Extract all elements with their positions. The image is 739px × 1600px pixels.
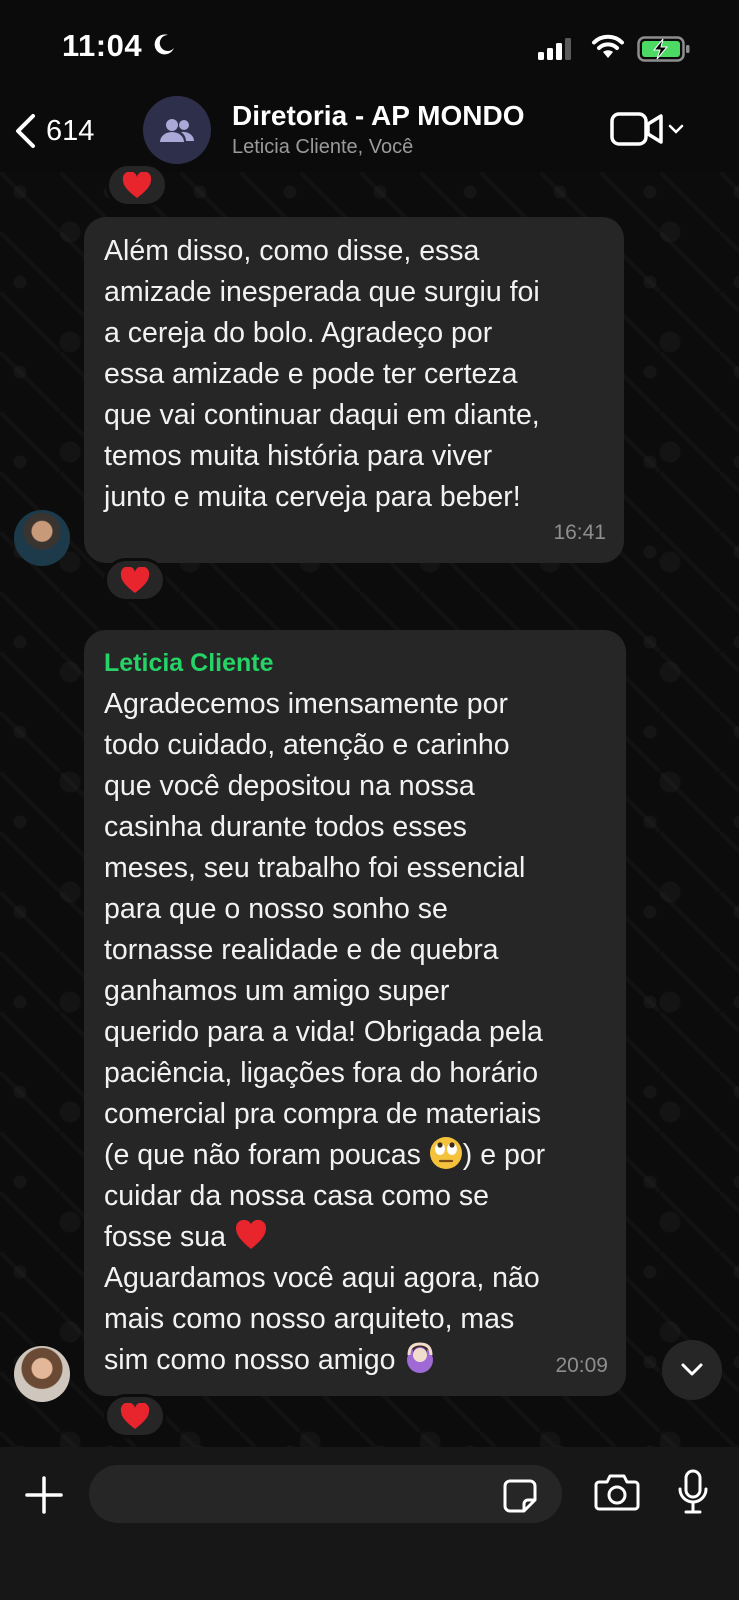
red-heart-icon	[122, 171, 152, 198]
sticker-icon[interactable]	[502, 1478, 538, 1514]
red-heart-icon	[120, 566, 150, 593]
message-composer	[0, 1447, 739, 1600]
message-time: 20:09	[555, 1354, 608, 1377]
reaction-heart[interactable]	[104, 558, 166, 602]
chat-header: 614 Diretoria - AP MONDO Leticia Cliente…	[0, 92, 739, 172]
video-call-button[interactable]	[610, 110, 684, 148]
chevron-left-icon	[16, 114, 35, 148]
chevron-down-icon	[668, 124, 684, 134]
video-camera-icon	[610, 112, 663, 146]
message-text-part: Aguardamos você aqui agora, não mais com…	[104, 1262, 540, 1376]
status-time: 11:04	[62, 28, 143, 63]
cellular-signal-icon	[538, 38, 571, 60]
wifi-icon	[592, 34, 624, 58]
sender-avatar[interactable]	[14, 510, 70, 566]
battery-charging-icon	[637, 36, 690, 62]
message-text: Agradecemos imensamente por todo cuidado…	[104, 684, 606, 1381]
group-avatar[interactable]	[143, 96, 211, 164]
chat-title[interactable]: Diretoria - AP MONDO	[232, 100, 524, 132]
moon-icon	[154, 34, 174, 55]
back-button[interactable]: 614	[14, 106, 94, 156]
unread-count: 614	[46, 114, 95, 147]
scroll-to-bottom-button[interactable]	[662, 1340, 722, 1400]
sender-avatar[interactable]	[14, 1346, 70, 1402]
message-bubble[interactable]: Além disso, como disse, essa amizade ine…	[84, 217, 624, 563]
status-bar: 11:04	[0, 0, 739, 92]
message-time: 16:41	[553, 521, 606, 544]
camera-icon[interactable]	[594, 1473, 640, 1511]
message-input[interactable]	[89, 1465, 562, 1523]
red-heart-icon	[120, 1402, 150, 1429]
sender-name[interactable]: Leticia Cliente	[104, 644, 606, 682]
message-text: Além disso, como disse, essa amizade ine…	[104, 235, 540, 513]
plus-icon[interactable]	[24, 1475, 64, 1515]
person-gesturing-ok-emoji-icon	[407, 1342, 434, 1373]
red-heart-emoji-icon	[235, 1219, 266, 1249]
reaction-heart[interactable]	[106, 163, 168, 207]
message-text-part: Agradecemos imensamente por todo cuidado…	[104, 688, 543, 1171]
group-icon	[160, 119, 195, 142]
microphone-icon[interactable]	[676, 1469, 710, 1515]
message-bubble[interactable]: Leticia Cliente Agradecemos imensamente …	[84, 630, 626, 1396]
eye-roll-emoji-icon	[429, 1137, 462, 1169]
chat-participants[interactable]: Leticia Cliente, Você	[232, 136, 413, 159]
chevron-down-icon	[681, 1363, 703, 1376]
reaction-heart[interactable]	[104, 1394, 166, 1438]
